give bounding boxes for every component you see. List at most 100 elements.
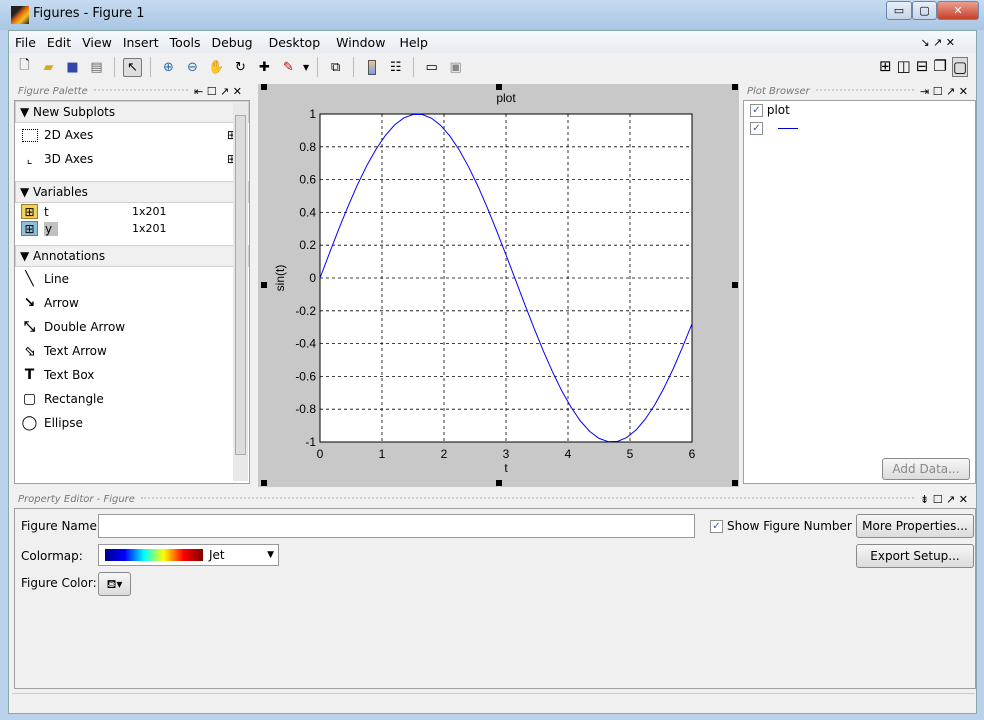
menu-edit[interactable]: Edit: [47, 35, 71, 50]
x-tick-label: 2: [441, 447, 448, 461]
annotation-text-arrow[interactable]: ⬂ Text Arrow: [15, 339, 249, 363]
maximize-layout-icon[interactable]: ▢: [951, 57, 968, 77]
y-tick-label: -0.2: [295, 304, 316, 318]
menu-desktop[interactable]: Desktop: [269, 35, 321, 50]
annotation-rectangle[interactable]: ▢ Rectangle: [15, 387, 249, 411]
2d-axes-icon: [21, 128, 38, 143]
add-data-button[interactable]: Add Data...: [882, 458, 970, 480]
zoom-in-icon[interactable]: ⊕: [159, 58, 178, 77]
y-tick-label: 0.6: [299, 173, 316, 187]
menu-debug[interactable]: Debug: [211, 35, 252, 50]
menu-view[interactable]: View: [82, 35, 112, 50]
status-bar: [12, 693, 975, 713]
figure-color-button[interactable]: ⛾▾: [98, 572, 131, 596]
variable-icon: ⊞: [21, 204, 38, 219]
y-tick-label: 0.8: [299, 140, 316, 154]
y-tick-label: 0.4: [299, 205, 316, 219]
y-tick-label: -0.8: [295, 402, 316, 416]
print-icon[interactable]: ▤: [87, 58, 106, 77]
annotation-double-arrow[interactable]: ⤡ Double Arrow: [15, 315, 249, 339]
zoom-out-icon[interactable]: ⊖: [183, 58, 202, 77]
annotation-text-box[interactable]: T Text Box: [15, 363, 249, 387]
sine-plot[interactable]: 0 1 2 3 4 5 6 1 0.8 0.6 0.4 0.2 0 -0.2 -0.4 -0.6 -0.8 -1 p…: [258, 84, 739, 487]
legend-icon[interactable]: ☷: [386, 58, 405, 77]
float-icon[interactable]: ❐: [933, 57, 946, 77]
x-tick-label: 6: [689, 447, 696, 461]
colorbar-icon[interactable]: [362, 58, 381, 77]
figure-window: File Edit View Insert Tools Debug Deskto…: [8, 30, 977, 714]
variable-row[interactable]: ⊞ t 1x201: [15, 203, 249, 220]
y-tick-label: 0.2: [299, 238, 316, 252]
property-editor: Property Editor - Figure ⇟ ☐ ↗ ✕ Figure N…: [14, 492, 976, 689]
y-axis-label: sin(t): [273, 265, 287, 292]
selection-handle: [496, 84, 502, 90]
browser-controls[interactable]: ⇥ ☐ ↗ ✕: [920, 85, 968, 98]
plot-browser-header: Plot Browser ⇥ ☐ ↗ ✕: [743, 84, 976, 98]
subplot-3d-axes[interactable]: ⌞3D Axes⊞▸: [15, 147, 249, 171]
annotation-line[interactable]: ╲ Line: [15, 267, 249, 291]
brush-dropdown-icon[interactable]: ▼: [303, 63, 309, 72]
tile-columns-icon[interactable]: ◫: [897, 57, 911, 77]
menu-bar: File Edit View Insert Tools Debug Deskto…: [9, 31, 976, 53]
figure-canvas[interactable]: 0 1 2 3 4 5 6 1 0.8 0.6 0.4 0.2 0 -0.2 -0.4 -0.6 -0.8 -1 p…: [258, 84, 739, 487]
arrow-icon: ↘: [23, 295, 36, 311]
annotation-arrow[interactable]: ↘ Arrow: [15, 291, 249, 315]
line-visible-checkbox[interactable]: ✓: [750, 121, 763, 135]
window-title: Figures - Figure 1: [33, 6, 145, 21]
rectangle-icon: ▢: [22, 391, 37, 407]
tile-rows-icon[interactable]: ⊟: [916, 57, 929, 77]
palette-controls[interactable]: ⇤ ☐ ↗ ✕: [194, 85, 242, 98]
maximize-button[interactable]: ▢: [912, 1, 937, 20]
section-new-subplots[interactable]: ▼ New Subplots: [15, 101, 249, 123]
axes-visible-checkbox[interactable]: ✓: [750, 103, 763, 117]
menu-file[interactable]: File: [15, 35, 36, 50]
section-variables[interactable]: ▼ Variables: [15, 181, 249, 203]
annotation-ellipse[interactable]: ◯ Ellipse: [15, 411, 249, 435]
section-annotations[interactable]: ▼ Annotations: [15, 245, 249, 267]
figure-palette: Figure Palette ⇤ ☐ ↗ ✕ ▼ New Subplots 2D …: [14, 84, 250, 484]
selection-handle: [261, 282, 267, 288]
tile-grid-icon[interactable]: ⊞: [879, 57, 892, 77]
browser-item-line[interactable]: ✓: [744, 119, 975, 137]
more-properties-button[interactable]: More Properties...: [856, 514, 974, 538]
palette-scrollbar[interactable]: [233, 103, 248, 481]
figure-name-input[interactable]: [98, 514, 695, 538]
paint-bucket-icon: ⛾▾: [106, 577, 123, 591]
pan-icon[interactable]: ✋: [207, 58, 226, 77]
menu-tools[interactable]: Tools: [170, 35, 201, 50]
x-tick-label: 5: [627, 447, 634, 461]
y-tick-label: -1: [305, 435, 316, 449]
subplot-2d-axes[interactable]: 2D Axes⊞▸: [15, 123, 249, 147]
brush-icon[interactable]: ✎: [279, 58, 298, 77]
close-button[interactable]: ✕: [937, 1, 979, 20]
y-tick-label: -0.6: [295, 369, 316, 383]
hide-plot-tools-icon[interactable]: ▭: [422, 58, 441, 77]
save-icon[interactable]: ■: [63, 58, 82, 77]
browser-item-axes[interactable]: ✓ plot: [744, 101, 975, 119]
rotate-3d-icon[interactable]: ↻: [231, 58, 250, 77]
export-setup-button[interactable]: Export Setup...: [856, 544, 974, 568]
jet-colormap-swatch: [105, 549, 203, 561]
menu-window[interactable]: Window: [336, 35, 385, 50]
y-tick-label: 0: [309, 271, 316, 285]
chevron-down-icon: ▼: [267, 550, 274, 560]
open-file-icon[interactable]: ▰: [39, 58, 58, 77]
line-swatch: [778, 127, 798, 129]
minimize-button[interactable]: ▭: [886, 1, 912, 20]
link-plot-icon[interactable]: ⧉: [326, 58, 345, 77]
show-plot-tools-icon[interactable]: ▣: [446, 58, 465, 77]
menu-help[interactable]: Help: [399, 35, 428, 50]
colormap-select[interactable]: Jet ▼: [98, 544, 279, 566]
new-figure-icon[interactable]: 🗋: [15, 58, 34, 77]
edit-plot-icon[interactable]: ↖: [123, 57, 142, 77]
title-bar: Figures - Figure 1 ▭ ▢ ✕: [0, 0, 984, 30]
editor-controls[interactable]: ⇟ ☐ ↗ ✕: [920, 493, 968, 506]
variable-row[interactable]: ⊞ y 1x201: [15, 220, 249, 237]
figure-palette-header: Figure Palette ⇤ ☐ ↗ ✕: [14, 84, 250, 98]
menu-insert[interactable]: Insert: [123, 35, 159, 50]
show-figure-number-checkbox[interactable]: ✓: [710, 520, 723, 533]
dock-controls[interactable]: ↘ ↗ ✕: [920, 36, 955, 49]
y-tick-label: -0.4: [295, 337, 316, 351]
x-tick-label: 3: [503, 447, 510, 461]
data-cursor-icon[interactable]: ✚: [255, 58, 274, 77]
